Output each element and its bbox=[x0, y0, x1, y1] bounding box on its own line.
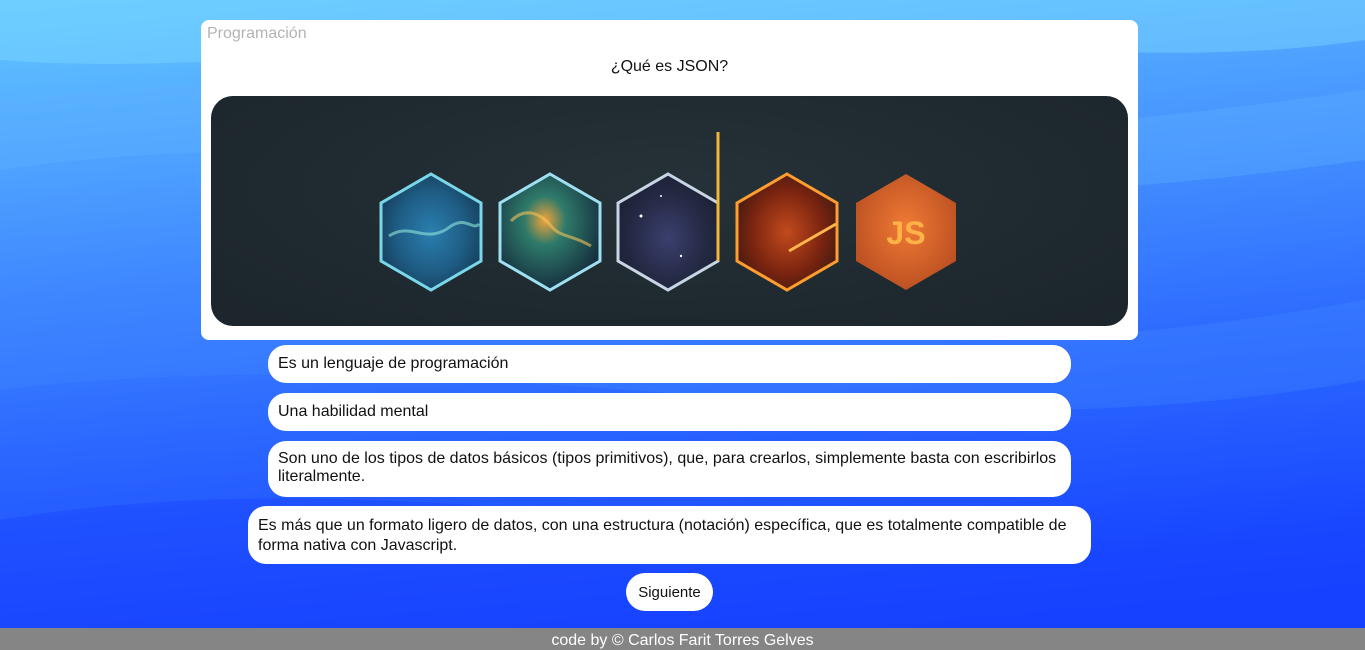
hexagon-2-icon bbox=[498, 172, 602, 292]
answer-option-1[interactable]: Es un lenguaje de programación bbox=[268, 345, 1071, 383]
footer-credit: code by © Carlos Farit Torres Gelves bbox=[0, 628, 1365, 650]
question-card: Programación ¿Qué es JSON? JS bbox=[201, 20, 1138, 340]
code-js-hexagons-image: JS bbox=[211, 96, 1128, 326]
js-badge-icon: JS bbox=[856, 174, 956, 290]
answer-option-3[interactable]: Son uno de los tipos de datos básicos (t… bbox=[268, 441, 1071, 497]
hexagon-4-icon bbox=[735, 172, 839, 292]
answer-option-2[interactable]: Una habilidad mental bbox=[268, 393, 1071, 431]
hexagon-3-icon bbox=[616, 132, 720, 292]
category-label: Programación bbox=[207, 25, 307, 42]
hexagon-1-icon bbox=[379, 172, 483, 292]
answer-option-4[interactable]: Es más que un formato ligero de datos, c… bbox=[248, 506, 1091, 564]
js-badge-text: JS bbox=[886, 215, 925, 251]
next-button[interactable]: Siguiente bbox=[626, 573, 713, 611]
question-title: ¿Qué es JSON? bbox=[610, 58, 729, 75]
